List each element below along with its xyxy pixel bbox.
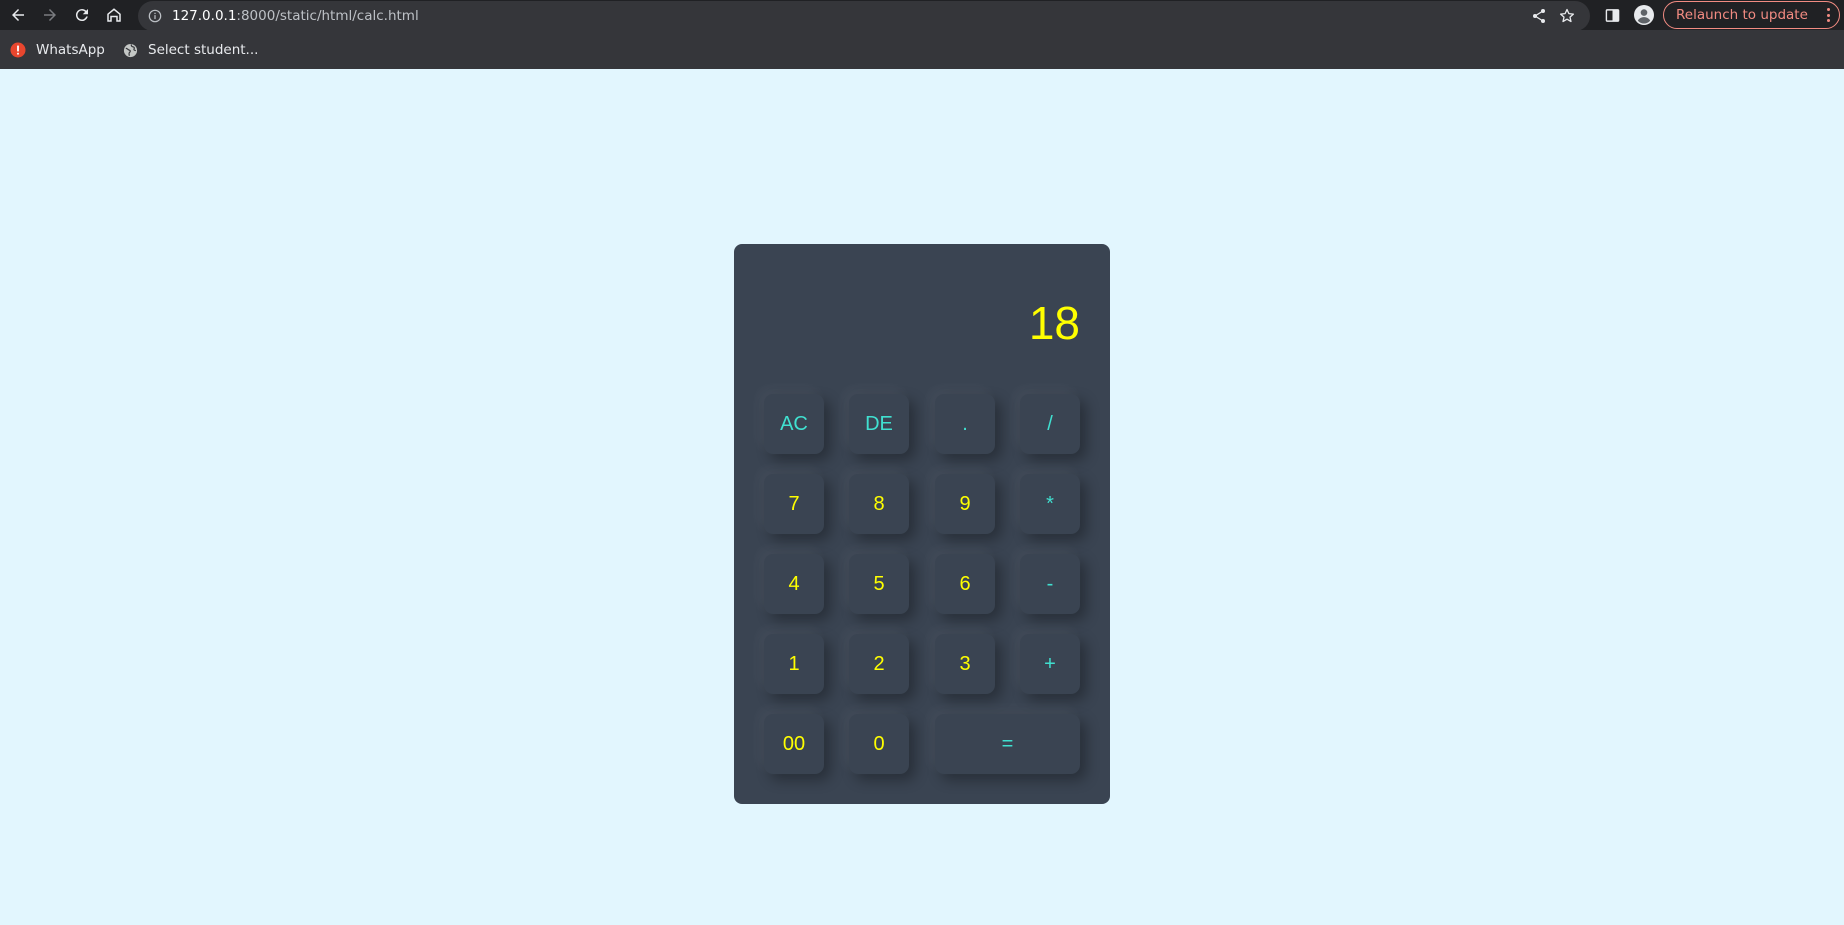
key-all-clear[interactable]: AC <box>764 394 824 454</box>
key-1[interactable]: 1 <box>764 634 824 694</box>
alert-icon <box>10 42 26 58</box>
bookmarks-bar: WhatsApp Select student... <box>0 30 1844 69</box>
key-3[interactable]: 3 <box>935 634 995 694</box>
key-2[interactable]: 2 <box>849 634 909 694</box>
page-content: 18 AC DE . / 7 8 9 * 4 5 6 - 1 2 3 + 00 … <box>0 69 1844 925</box>
side-panel-icon[interactable] <box>1601 4 1623 26</box>
profile-avatar-icon[interactable] <box>1633 4 1655 26</box>
url-host: 127.0.0.1 <box>172 8 237 24</box>
key-0[interactable]: 0 <box>849 714 909 774</box>
bookmark-label: Select student... <box>148 42 259 58</box>
key-8[interactable]: 8 <box>849 474 909 534</box>
site-info-icon[interactable] <box>146 7 164 25</box>
key-7[interactable]: 7 <box>764 474 824 534</box>
key-delete[interactable]: DE <box>849 394 909 454</box>
forward-icon[interactable] <box>39 4 61 26</box>
relaunch-label: Relaunch to update <box>1676 7 1808 23</box>
key-4[interactable]: 4 <box>764 554 824 614</box>
key-6[interactable]: 6 <box>935 554 995 614</box>
address-bar[interactable]: 127.0.0.1:8000/static/html/calc.html <box>138 1 1590 31</box>
calculator: 18 AC DE . / 7 8 9 * 4 5 6 - 1 2 3 + 00 … <box>734 244 1110 804</box>
bookmark-label: WhatsApp <box>36 42 105 58</box>
more-menu-icon <box>1826 8 1830 22</box>
key-00[interactable]: 00 <box>764 714 824 774</box>
reload-icon[interactable] <box>71 4 93 26</box>
key-subtract[interactable]: - <box>1020 554 1080 614</box>
key-5[interactable]: 5 <box>849 554 909 614</box>
url-path: :8000/static/html/calc.html <box>236 8 419 24</box>
bookmark-star-icon[interactable] <box>1558 7 1576 25</box>
key-multiply[interactable]: * <box>1020 474 1080 534</box>
key-add[interactable]: + <box>1020 634 1080 694</box>
key-equals[interactable]: = <box>935 714 1080 774</box>
browser-toolbar: 127.0.0.1:8000/static/html/calc.html Rel… <box>0 0 1844 31</box>
home-icon[interactable] <box>103 4 125 26</box>
globe-icon <box>122 42 138 58</box>
share-icon[interactable] <box>1530 7 1548 25</box>
url-text[interactable]: 127.0.0.1:8000/static/html/calc.html <box>172 8 419 24</box>
relaunch-to-update-button[interactable]: Relaunch to update <box>1663 1 1840 29</box>
key-decimal[interactable]: . <box>935 394 995 454</box>
bookmark-whatsapp[interactable]: WhatsApp <box>10 40 105 60</box>
key-divide[interactable]: / <box>1020 394 1080 454</box>
back-icon[interactable] <box>7 4 29 26</box>
bookmark-select-student[interactable]: Select student... <box>122 40 258 60</box>
calculator-display: 18 <box>1028 297 1080 349</box>
key-9[interactable]: 9 <box>935 474 995 534</box>
